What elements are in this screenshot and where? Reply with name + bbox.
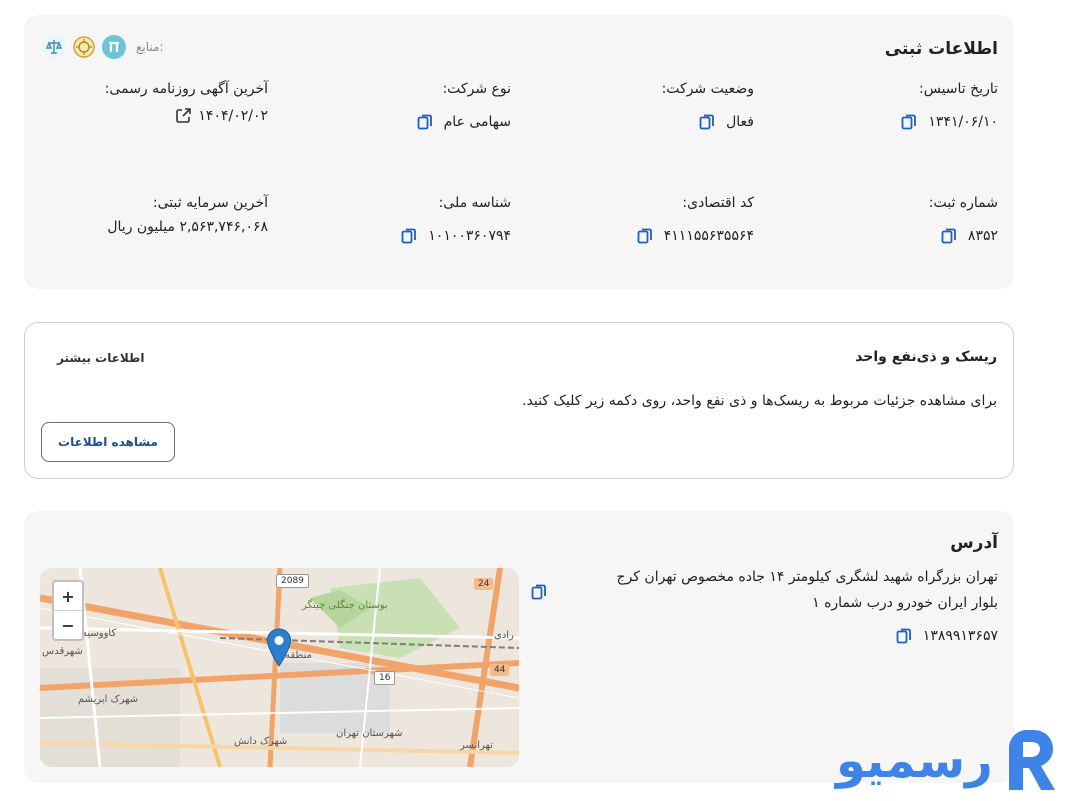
address-line-2: بلوار ایران خودرو درب شماره ۱ — [812, 595, 998, 611]
field-national-id: ۱۰۱۰۰۳۶۰۷۹۴ — [400, 227, 511, 245]
sources-label: منابع: — [136, 40, 164, 54]
map-road-badge: 44 — [490, 664, 510, 676]
field-value-last-gazette: ۱۴۰۴/۰۲/۰۲ — [198, 107, 268, 124]
more-info-link[interactable]: اطلاعات بیشتر — [57, 351, 144, 365]
copy-icon[interactable] — [698, 113, 716, 131]
map-road-badge: 16 — [374, 671, 396, 685]
justice-scales-icon[interactable] — [40, 33, 68, 61]
map-place-label: تهرانسر — [460, 740, 493, 751]
map-zoom-control: + − — [52, 580, 84, 641]
official-gazette-icon[interactable] — [100, 33, 128, 61]
map-place-label: شهرستان تهران — [336, 728, 403, 739]
field-registration-number: ۸۳۵۲ — [940, 227, 998, 245]
field-value-company-type: سهامی عام — [443, 114, 511, 130]
zoom-out-button[interactable]: − — [54, 610, 82, 639]
field-value-economic-code: ۴۱۱۱۵۵۶۳۵۵۶۴ — [663, 228, 754, 244]
map-road-badge: 2089 — [276, 574, 309, 588]
external-link-icon[interactable] — [175, 107, 192, 124]
emblem-seal-icon[interactable] — [70, 33, 98, 61]
brand-logo-icon — [1001, 724, 1061, 798]
map-place-label: بوستان جنگلی چیتگر — [302, 600, 388, 611]
field-registered-capital: ۲,۵۶۳,۷۴۶,۰۶۸ میلیون ریال — [107, 219, 268, 235]
copy-icon[interactable] — [400, 227, 418, 245]
field-label-last-gazette: آخرین آگهی روزنامه رسمی: — [104, 81, 268, 97]
map-place-label: شهرک ابریشم — [78, 694, 139, 705]
address-title: آدرس — [950, 533, 998, 553]
copy-address-icon[interactable] — [530, 583, 548, 601]
field-label-established: تاریخ تاسیس: — [919, 81, 998, 97]
copy-icon[interactable] — [416, 113, 434, 131]
map-pin-icon[interactable] — [266, 628, 292, 672]
risk-card: ریسک و ذی‌نفع واحد اطلاعات بیشتر برای مش… — [24, 322, 1014, 479]
field-value-registered-capital: ۲,۵۶۳,۷۴۶,۰۶۸ میلیون ریال — [107, 219, 268, 235]
field-label-company-type: نوع شرکت: — [442, 81, 511, 97]
field-label-national-id: شناسه ملی: — [438, 195, 511, 211]
field-label-economic-code: کد اقتصادی: — [682, 195, 754, 211]
location-map[interactable]: 2089 24 16 44 کاووسیه شهرقدس شهرک ابریشم… — [40, 568, 519, 767]
map-place-label: رادی — [494, 630, 514, 641]
field-value-status: فعال — [726, 114, 754, 130]
field-last-gazette: ۱۴۰۴/۰۲/۰۲ — [175, 107, 268, 124]
field-value-national-id: ۱۰۱۰۰۳۶۰۷۹۴ — [428, 228, 511, 244]
field-economic-code: ۴۱۱۱۵۵۶۳۵۵۶۴ — [636, 227, 754, 245]
risk-description: برای مشاهده جزئیات مربوط به ریسک‌ها و ذی… — [522, 393, 997, 409]
view-info-button[interactable]: مشاهده اطلاعات — [41, 422, 175, 462]
map-place-label: شهرک دانش — [234, 736, 288, 747]
copy-icon[interactable] — [895, 627, 913, 645]
field-label-registration-number: شماره ثبت: — [928, 195, 998, 211]
sources: منابع: — [40, 33, 163, 61]
registration-card: اطلاعات ثبتی منابع: تاریخ تاسیس: ۱۳۴۱/۰۶… — [24, 15, 1014, 289]
map-place-label: شهرقدس — [42, 646, 83, 657]
map-road-badge: 24 — [474, 578, 494, 590]
copy-icon[interactable] — [900, 113, 918, 131]
map-place-label: کاووسیه — [82, 628, 117, 639]
postal-code-value: ۱۳۸۹۹۱۳۶۵۷ — [922, 628, 998, 644]
field-company-type: سهامی عام — [416, 113, 511, 131]
registration-title: اطلاعات ثبتی — [884, 39, 998, 59]
brand-logo-text: رسمیو — [836, 733, 993, 789]
copy-icon[interactable] — [940, 227, 958, 245]
field-status: فعال — [698, 113, 754, 131]
field-value-established: ۱۳۴۱/۰۶/۱۰ — [928, 114, 998, 130]
postal-code: ۱۳۸۹۹۱۳۶۵۷ — [895, 627, 998, 645]
copy-icon[interactable] — [636, 227, 654, 245]
zoom-in-button[interactable]: + — [54, 582, 82, 610]
address-line-1: تهران بزرگراه شهید لشگری کیلومتر ۱۴ جاده… — [616, 569, 998, 585]
field-label-registered-capital: آخرین سرمایه ثبتی: — [152, 195, 268, 211]
field-value-registration-number: ۸۳۵۲ — [967, 228, 998, 244]
field-label-status: وضعیت شرکت: — [661, 81, 754, 97]
risk-title: ریسک و ذی‌نفع واحد — [855, 349, 997, 365]
field-established: ۱۳۴۱/۰۶/۱۰ — [900, 113, 998, 131]
brand-logo: رسمیو — [836, 726, 1090, 796]
